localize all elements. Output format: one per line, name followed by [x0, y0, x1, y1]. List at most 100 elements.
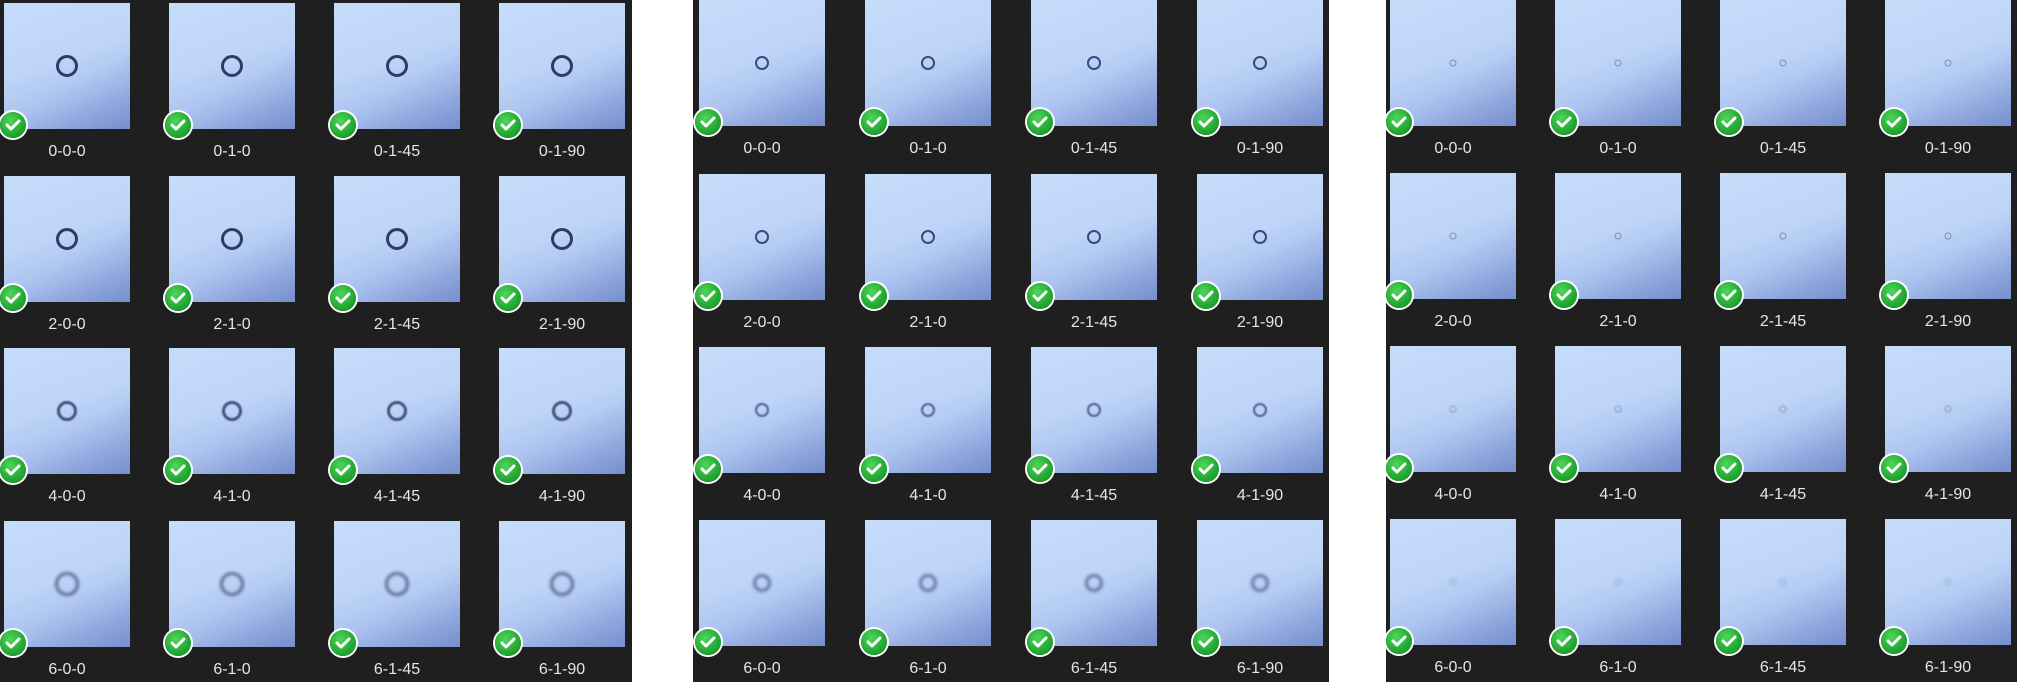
thumbnail-filename: 4-1-0 — [909, 487, 947, 504]
image-preview[interactable] — [334, 3, 460, 129]
image-preview[interactable] — [169, 348, 295, 474]
image-thumbnail-item[interactable]: 6-1-90 — [495, 521, 625, 693]
image-preview[interactable] — [334, 348, 460, 474]
image-thumbnail-item[interactable]: 0-1-45 — [1027, 0, 1157, 172]
image-thumbnail-item[interactable]: 2-0-0 — [1386, 173, 1516, 345]
image-preview[interactable] — [169, 3, 295, 129]
image-preview[interactable] — [699, 0, 825, 126]
image-thumbnail-item[interactable]: 2-1-0 — [1551, 173, 1681, 345]
image-preview[interactable] — [1885, 519, 2011, 645]
image-preview[interactable] — [865, 347, 991, 473]
image-thumbnail-item[interactable]: 6-1-90 — [1193, 520, 1323, 692]
image-preview[interactable] — [1390, 173, 1516, 299]
image-thumbnail-item[interactable]: 0-1-0 — [165, 3, 295, 175]
image-preview[interactable] — [4, 3, 130, 129]
image-thumbnail-item[interactable]: 4-1-45 — [330, 348, 460, 520]
image-preview[interactable] — [1555, 519, 1681, 645]
image-thumbnail-item[interactable]: 2-1-0 — [861, 174, 991, 346]
image-thumbnail-item[interactable]: 2-1-90 — [495, 176, 625, 348]
image-thumbnail-item[interactable]: 6-1-45 — [1027, 520, 1157, 692]
image-preview[interactable] — [1885, 346, 2011, 472]
image-thumbnail-item[interactable]: 4-0-0 — [1386, 346, 1516, 518]
image-preview[interactable] — [1197, 174, 1323, 300]
image-preview[interactable] — [499, 3, 625, 129]
image-thumbnail-item[interactable]: 4-1-90 — [495, 348, 625, 520]
image-thumbnail-item[interactable]: 4-0-0 — [0, 348, 130, 520]
image-preview[interactable] — [1555, 173, 1681, 299]
image-thumbnail-item[interactable]: 2-0-0 — [695, 174, 825, 346]
image-preview[interactable] — [499, 521, 625, 647]
image-thumbnail-item[interactable]: 6-0-0 — [0, 521, 130, 693]
image-thumbnail-item[interactable]: 2-1-45 — [1027, 174, 1157, 346]
image-preview[interactable] — [4, 176, 130, 302]
image-thumbnail-item[interactable]: 4-1-0 — [861, 347, 991, 519]
image-preview[interactable] — [334, 176, 460, 302]
image-preview[interactable] — [334, 521, 460, 647]
image-preview[interactable] — [499, 348, 625, 474]
image-preview[interactable] — [1885, 173, 2011, 299]
image-thumbnail-item[interactable]: 0-0-0 — [695, 0, 825, 172]
ring-artifact — [1779, 578, 1787, 586]
image-preview[interactable] — [1031, 0, 1157, 126]
image-preview[interactable] — [1555, 0, 1681, 126]
image-preview[interactable] — [1197, 347, 1323, 473]
image-thumbnail-item[interactable]: 0-1-90 — [1881, 0, 2011, 172]
image-preview[interactable] — [169, 176, 295, 302]
image-thumbnail-item[interactable]: 2-1-90 — [1193, 174, 1323, 346]
image-thumbnail-item[interactable]: 4-1-45 — [1027, 347, 1157, 519]
image-thumbnail-item[interactable]: 0-1-90 — [495, 3, 625, 175]
image-preview[interactable] — [1885, 0, 2011, 126]
image-thumbnail-item[interactable]: 2-1-90 — [1881, 173, 2011, 345]
image-preview[interactable] — [1720, 519, 1846, 645]
image-thumbnail-item[interactable]: 6-1-45 — [1716, 519, 1846, 691]
image-thumbnail-item[interactable]: 4-1-90 — [1881, 346, 2011, 518]
image-preview[interactable] — [1720, 0, 1846, 126]
image-preview[interactable] — [1031, 174, 1157, 300]
image-preview[interactable] — [169, 521, 295, 647]
image-preview[interactable] — [4, 521, 130, 647]
image-preview[interactable] — [1555, 346, 1681, 472]
image-preview[interactable] — [1720, 346, 1846, 472]
image-preview[interactable] — [1031, 520, 1157, 646]
image-thumbnail-item[interactable]: 4-1-45 — [1716, 346, 1846, 518]
image-thumbnail-item[interactable]: 6-1-90 — [1881, 519, 2011, 691]
image-thumbnail-item[interactable]: 2-1-0 — [165, 176, 295, 348]
image-preview[interactable] — [699, 520, 825, 646]
image-thumbnail-item[interactable]: 4-0-0 — [695, 347, 825, 519]
image-thumbnail-item[interactable]: 4-1-0 — [165, 348, 295, 520]
image-preview[interactable] — [499, 176, 625, 302]
image-thumbnail-item[interactable]: 6-0-0 — [695, 520, 825, 692]
image-preview[interactable] — [1720, 173, 1846, 299]
image-preview[interactable] — [1197, 520, 1323, 646]
image-preview[interactable] — [865, 0, 991, 126]
image-preview[interactable] — [699, 174, 825, 300]
image-preview[interactable] — [4, 348, 130, 474]
image-thumbnail-item[interactable]: 2-1-45 — [1716, 173, 1846, 345]
image-thumbnail-item[interactable]: 0-1-45 — [330, 3, 460, 175]
image-preview[interactable] — [1390, 346, 1516, 472]
image-thumbnail-item[interactable]: 6-1-0 — [1551, 519, 1681, 691]
image-preview[interactable] — [1031, 347, 1157, 473]
image-thumbnail-item[interactable]: 0-1-90 — [1193, 0, 1323, 172]
image-thumbnail-item[interactable]: 6-1-45 — [330, 521, 460, 693]
image-thumbnail-item[interactable]: 6-0-0 — [1386, 519, 1516, 691]
image-preview[interactable] — [865, 174, 991, 300]
image-thumbnail-item[interactable]: 2-1-45 — [330, 176, 460, 348]
image-preview[interactable] — [1197, 0, 1323, 126]
image-thumbnail-item[interactable]: 0-1-0 — [861, 0, 991, 172]
image-thumbnail-item[interactable]: 0-0-0 — [0, 3, 130, 175]
thumbnail-filename: 6-0-0 — [1434, 659, 1472, 676]
image-preview[interactable] — [699, 347, 825, 473]
image-thumbnail-item[interactable]: 0-0-0 — [1386, 0, 1516, 172]
image-preview[interactable] — [865, 520, 991, 646]
image-preview[interactable] — [1390, 519, 1516, 645]
image-thumbnail-item[interactable]: 4-1-0 — [1551, 346, 1681, 518]
image-thumbnail-item[interactable]: 4-1-90 — [1193, 347, 1323, 519]
image-thumbnail-item[interactable]: 6-1-0 — [861, 520, 991, 692]
image-thumbnail-item[interactable]: 0-1-0 — [1551, 0, 1681, 172]
image-thumbnail-item[interactable]: 0-1-45 — [1716, 0, 1846, 172]
image-thumbnail-item[interactable]: 6-1-0 — [165, 521, 295, 693]
check-circle-icon — [1716, 455, 1742, 481]
image-thumbnail-item[interactable]: 2-0-0 — [0, 176, 130, 348]
image-preview[interactable] — [1390, 0, 1516, 126]
